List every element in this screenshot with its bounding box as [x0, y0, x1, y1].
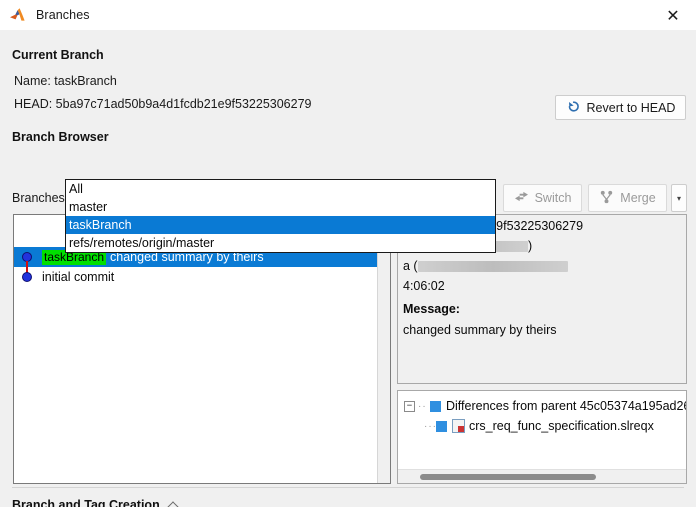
- committer-line: a (: [403, 259, 568, 273]
- message-label: Message:: [403, 302, 460, 316]
- branch-name-line: Name: taskBranch: [14, 74, 117, 88]
- switch-button[interactable]: Switch: [503, 184, 582, 212]
- tree-row-child[interactable]: ··· crs_req_func_specification.slreqx: [424, 419, 654, 433]
- current-branch-heading: Current Branch: [12, 48, 104, 62]
- commit-message: initial commit: [42, 270, 115, 284]
- timestamp-line: 4:06:02: [403, 279, 445, 293]
- switch-arrows-icon: [514, 190, 529, 206]
- head-sha-line: HEAD: 5ba97c71ad50b9a4d1fcdb21e9f5322530…: [14, 97, 312, 111]
- branch-and-tag-creation-header[interactable]: Branch and Tag Creation: [12, 498, 180, 507]
- dropdown-option-refs-remotes-origin-master[interactable]: refs/remotes/origin/master: [66, 234, 495, 252]
- title-bar: Branches ✕: [0, 0, 696, 30]
- matlab-logo-icon: [9, 6, 27, 24]
- branches-dropdown-list[interactable]: All master taskBranch refs/remotes/origi…: [65, 179, 496, 253]
- merge-button-label: Merge: [620, 191, 656, 205]
- message-value: changed summary by theirs: [403, 323, 557, 337]
- horizontal-scrollbar[interactable]: [398, 469, 686, 483]
- undo-arrow-icon: [566, 99, 581, 117]
- change-marker-icon: [436, 420, 447, 432]
- footer-divider: [12, 487, 684, 488]
- dialog-body: Current Branch Name: taskBranch HEAD: 5b…: [0, 30, 696, 507]
- table-row[interactable]: initial commit: [14, 267, 390, 287]
- differences-root-label: Differences from parent 45c05374a195ad26…: [446, 399, 686, 413]
- commit-node: [14, 267, 42, 287]
- revert-to-head-button[interactable]: Revert to HEAD: [555, 95, 686, 120]
- redacted-text: [417, 261, 568, 273]
- vertical-scrollbar[interactable]: [377, 215, 390, 483]
- commit-graph-panel[interactable]: taskBranch changed summary by theirs ini…: [13, 214, 391, 484]
- tree-row-root[interactable]: − ·· Differences from parent 45c05374a19…: [404, 399, 686, 413]
- merge-branch-icon: [599, 190, 614, 207]
- branch-browser-heading: Branch Browser: [12, 130, 109, 144]
- branches-dialog: Branches ✕ Current Branch Name: taskBran…: [0, 0, 696, 507]
- differences-tree-panel[interactable]: − ·· Differences from parent 45c05374a19…: [397, 390, 687, 484]
- chevron-up-icon[interactable]: [168, 501, 180, 507]
- change-marker-icon: [430, 400, 441, 412]
- dropdown-option-all[interactable]: All: [66, 180, 495, 198]
- horizontal-scrollbar-thumb[interactable]: [420, 474, 596, 480]
- close-icon[interactable]: ✕: [650, 0, 696, 30]
- slreqx-file-icon: [452, 419, 465, 433]
- branches-combo-label: Branches:: [12, 191, 69, 205]
- collapse-toggle-icon[interactable]: −: [404, 400, 415, 412]
- chevron-down-icon: ▾: [676, 193, 681, 203]
- revert-to-head-label: Revert to HEAD: [586, 100, 676, 115]
- branch-and-tag-creation-label: Branch and Tag Creation: [12, 498, 160, 507]
- merge-button[interactable]: Merge: [588, 184, 667, 212]
- commit-node: [14, 247, 42, 273]
- switch-button-label: Switch: [534, 191, 572, 205]
- dropdown-option-master[interactable]: master: [66, 198, 495, 216]
- tree-connector: ··: [418, 400, 427, 412]
- differences-child-label: crs_req_func_specification.slreqx: [469, 419, 654, 433]
- window-title: Branches: [36, 8, 90, 22]
- tree-connector: ···: [424, 420, 437, 432]
- merge-dropdown-button[interactable]: ▾: [671, 184, 687, 212]
- dropdown-option-taskbranch[interactable]: taskBranch: [66, 216, 495, 234]
